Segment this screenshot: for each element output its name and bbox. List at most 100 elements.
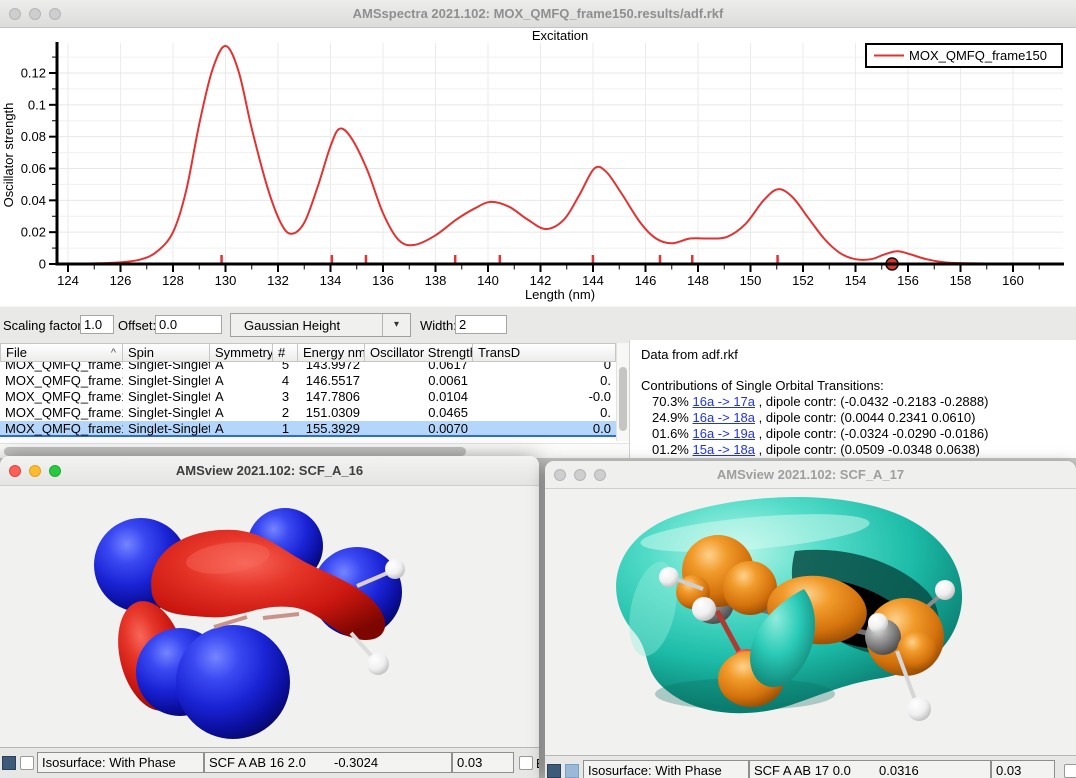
table-cell: Singlet-Singlet (123, 389, 210, 405)
table-cell: MOX_QMFQ_frame150 (0, 405, 123, 421)
window-controls (9, 465, 61, 477)
svg-text:MOX_QMFQ_frame150: MOX_QMFQ_frame150 (909, 48, 1047, 63)
table-cell: 3 (273, 389, 298, 405)
orbital-field[interactable]: SCF A AB 17 0.0 0.0316 (749, 760, 991, 778)
contribution-line: 70.3% 16a -> 17a , dipole contr: (-0.043… (652, 394, 1076, 410)
dipole-contribution: , dipole contr: (0.0044 0.2341 0.0610) (755, 410, 975, 425)
svg-text:138: 138 (425, 273, 447, 288)
svg-text:0: 0 (39, 257, 46, 272)
width-input[interactable] (455, 315, 507, 334)
minimize-button[interactable] (574, 469, 586, 481)
column-header-oscillator-strength[interactable]: Oscillator Strength (365, 343, 473, 362)
spectrum-controls-bar: Scaling factor: Offset: Gaussian Height … (0, 306, 1076, 343)
orbital-field[interactable]: SCF A AB 16 2.0 -0.3024 (204, 752, 452, 773)
amsview-window-scf-a-17: AMSview 2021.102: SCF_A_17 (545, 461, 1076, 778)
amsspectra-window: AMSspectra 2021.102: MOX_QMFQ_frame150.r… (0, 0, 1076, 458)
molecular-orbital-isosurface-17 (616, 497, 962, 721)
table-row[interactable]: MOX_QMFQ_frame150Singlet-SingletA4146.55… (0, 373, 616, 389)
excitations-table-header: File^SpinSymmetry#Energy nmOscillator St… (0, 343, 616, 362)
spectrum-curve (68, 46, 1063, 264)
table-cell: 5 (273, 362, 298, 373)
spectra-window-title: AMSspectra 2021.102: MOX_QMFQ_frame150.r… (0, 0, 1076, 27)
svg-text:142: 142 (530, 273, 552, 288)
zoom-button[interactable] (49, 8, 61, 20)
isosurface-checkbox[interactable] (20, 756, 34, 770)
column-header-symmetry[interactable]: Symmetry (210, 343, 273, 362)
orbital-3d-viewport-17[interactable] (545, 489, 1076, 755)
amsview16-window-title: AMSview 2021.102: SCF_A_16 (0, 456, 539, 485)
zoom-button[interactable] (49, 465, 61, 477)
broadening-dropdown[interactable]: Gaussian Height ▾ (230, 313, 411, 337)
column-header-file[interactable]: File^ (0, 343, 123, 362)
table-cell: MOX_QMFQ_frame150 (0, 421, 123, 437)
table-cell: 1 (273, 421, 298, 437)
zoom-button[interactable] (594, 469, 606, 481)
column-header-transd[interactable]: TransD (473, 343, 616, 362)
table-vertical-scrollbar[interactable] (616, 343, 629, 441)
column-header-energy-nm[interactable]: Energy nm (298, 343, 365, 362)
isovalue-field[interactable]: 0.03 (991, 760, 1055, 778)
table-cell: A (210, 373, 273, 389)
table-cell: 146.5517 (298, 373, 365, 389)
close-button[interactable] (9, 465, 21, 477)
phase-color-swatch[interactable] (547, 764, 561, 778)
phase-color-swatch[interactable] (2, 756, 16, 770)
spectra-titlebar: AMSspectra 2021.102: MOX_QMFQ_frame150.r… (0, 0, 1076, 28)
table-cell: 155.3929 (298, 421, 365, 437)
table-cell: 0. (473, 373, 616, 389)
svg-text:136: 136 (372, 273, 394, 288)
orbital-value: -0.3024 (334, 753, 378, 772)
chart-title: Excitation (532, 28, 588, 43)
table-cell: 0 (473, 362, 616, 373)
amsview16-titlebar: AMSview 2021.102: SCF_A_16 (0, 456, 539, 486)
chevron-down-icon: ▾ (382, 314, 410, 336)
column-header--[interactable]: # (273, 343, 298, 362)
contribution-line: 01.2% 15a -> 18a , dipole contr: (0.0509… (652, 442, 1076, 458)
y-axis-label: Oscillator strength (1, 103, 16, 208)
table-row[interactable]: MOX_QMFQ_frame150Singlet-SingletA2151.03… (0, 405, 616, 421)
table-row[interactable]: MOX_QMFQ_frame150Singlet-SingletA5143.99… (0, 362, 616, 373)
extra-checkbox[interactable] (519, 756, 533, 770)
horizontal-scrollbar-thumb[interactable] (4, 447, 466, 456)
orbital-value: 0.0316 (879, 761, 919, 778)
orbital-label: SCF A AB 16 2.0 (209, 755, 306, 770)
spacer (630, 363, 1076, 378)
vertical-scrollbar-thumb[interactable] (619, 367, 627, 431)
isosurface-mode-field[interactable]: Isosurface: With Phase (583, 760, 749, 778)
isosurface-mode-field[interactable]: Isosurface: With Phase (37, 752, 204, 773)
svg-text:0.02: 0.02 (21, 225, 46, 240)
column-header-spin[interactable]: Spin (123, 343, 210, 362)
orbital-transition-link[interactable]: 16a -> 19a (692, 426, 755, 441)
window-controls (9, 8, 61, 20)
contribution-percent: 01.6% (652, 426, 692, 441)
scaling-factor-label: Scaling factor: (3, 318, 85, 333)
orbital-3d-viewport-16[interactable] (0, 486, 539, 747)
table-cell: Singlet-Singlet (123, 405, 210, 421)
orbital-transition-link[interactable]: 15a -> 18a (692, 442, 755, 457)
svg-text:152: 152 (792, 273, 814, 288)
table-row[interactable]: MOX_QMFQ_frame150Singlet-SingletA1155.39… (0, 421, 616, 437)
width-label: Width: (420, 318, 457, 333)
extra-checkbox[interactable] (1064, 764, 1076, 778)
close-button[interactable] (9, 8, 21, 20)
offset-input[interactable] (155, 315, 222, 334)
table-row[interactable]: MOX_QMFQ_frame150Singlet-SingletA3147.78… (0, 389, 616, 405)
minimize-button[interactable] (29, 465, 41, 477)
excitation-spectrum-chart[interactable]: 1241261281301321341361381401421441461481… (0, 28, 1076, 306)
amsview16-statusbar: Isosurface: With Phase SCF A AB 16 2.0 -… (0, 747, 539, 778)
clipped-label: E (536, 756, 539, 771)
orbital-transition-link[interactable]: 16a -> 18a (692, 410, 755, 425)
orbital-transition-link[interactable]: 16a -> 17a (692, 394, 755, 409)
svg-text:124: 124 (57, 273, 79, 288)
broadening-selected-value: Gaussian Height (244, 318, 340, 333)
close-button[interactable] (554, 469, 566, 481)
isovalue-field[interactable]: 0.03 (452, 752, 514, 773)
svg-text:156: 156 (897, 273, 919, 288)
table-cell: A (210, 362, 273, 373)
secondary-color-swatch[interactable] (565, 764, 579, 778)
scaling-factor-input[interactable] (80, 315, 114, 334)
svg-text:132: 132 (267, 273, 289, 288)
minimize-button[interactable] (29, 8, 41, 20)
contribution-percent: 24.9% (652, 410, 692, 425)
chart-legend: MOX_QMFQ_frame150 (866, 44, 1062, 67)
